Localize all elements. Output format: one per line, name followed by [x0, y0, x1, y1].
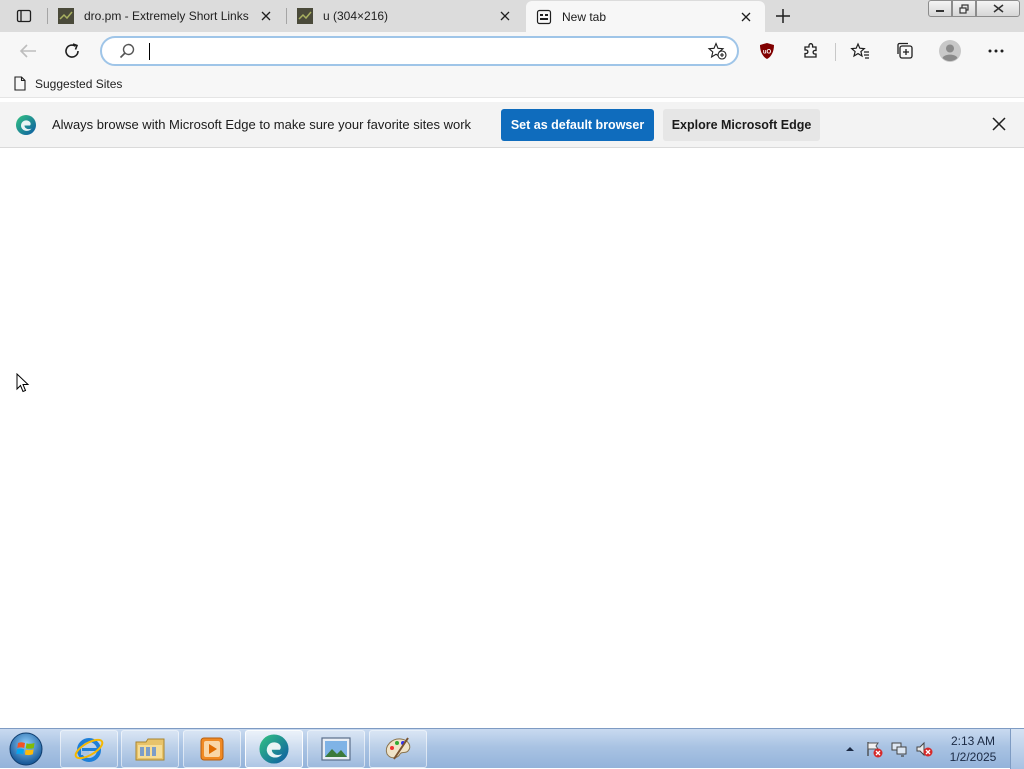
page-icon: [14, 76, 26, 91]
refresh-icon: [65, 43, 79, 58]
settings-more-button[interactable]: [982, 37, 1010, 65]
extensions-button[interactable]: [797, 37, 825, 65]
close-icon: [992, 117, 1006, 131]
tab-dro-pm[interactable]: dro.pm - Extremely Short Links: [48, 0, 285, 32]
taskbar-photo-viewer[interactable]: [307, 730, 365, 768]
close-tab-button[interactable]: [737, 8, 755, 26]
favorites-star-icon: [850, 42, 869, 59]
action-center-flag-icon: [867, 742, 883, 758]
edge-logo-icon: [16, 115, 36, 135]
taskbar-microsoft-edge[interactable]: [245, 730, 303, 768]
chevron-up-icon: [846, 747, 854, 751]
plus-icon: [776, 9, 790, 23]
taskbar-clock[interactable]: 2:13 AM 1/2/2025: [944, 733, 1002, 765]
more-dots-icon: [988, 49, 1004, 53]
collections-icon: [897, 42, 913, 59]
paint-palette-icon: [385, 737, 411, 760]
favorite-suggested-sites[interactable]: Suggested Sites: [14, 76, 122, 91]
refresh-button[interactable]: [58, 37, 86, 65]
close-window-button[interactable]: [976, 0, 1020, 17]
infobar-message: Always browse with Microsoft Edge to mak…: [52, 117, 472, 132]
explore-edge-button[interactable]: Explore Microsoft Edge: [663, 109, 820, 141]
svg-text:uO: uO: [763, 50, 772, 56]
close-tab-button[interactable]: [257, 7, 275, 25]
close-icon: [741, 12, 751, 21]
taskbar-file-explorer[interactable]: [121, 730, 179, 768]
back-button[interactable]: [14, 37, 42, 65]
network-icon: [891, 742, 907, 757]
tray-volume[interactable]: [914, 729, 934, 769]
media-player-icon: [200, 737, 224, 761]
puzzle-piece-icon: [804, 43, 817, 58]
close-tab-button[interactable]: [496, 7, 514, 25]
tray-action-center[interactable]: [864, 729, 884, 769]
photo-viewer-icon: [321, 737, 351, 761]
profile-button[interactable]: [936, 37, 964, 65]
address-input[interactable]: [152, 42, 692, 62]
close-infobar-button[interactable]: [988, 113, 1010, 135]
taskbar-internet-explorer[interactable]: [60, 730, 118, 768]
minimize-button[interactable]: [928, 0, 952, 17]
collections-button[interactable]: [891, 37, 919, 65]
new-tab-button[interactable]: [770, 4, 796, 28]
tab-actions-icon: [16, 9, 32, 23]
minimize-icon: [936, 9, 944, 12]
favorites-button[interactable]: [846, 37, 874, 65]
windows-taskbar: 2:13 AM 1/2/2025: [0, 728, 1024, 769]
add-favorite-icon[interactable]: [707, 42, 727, 60]
tab-image[interactable]: u (304×216): [287, 0, 524, 32]
clock-date: 1/2/2025: [949, 750, 997, 764]
set-default-browser-button[interactable]: Set as default browser: [501, 109, 654, 141]
default-browser-infobar: Always browse with Microsoft Edge to mak…: [0, 102, 1024, 148]
restore-icon: [959, 3, 969, 14]
close-icon: [500, 11, 510, 21]
tab-actions-button[interactable]: [8, 5, 40, 27]
text-caret: [149, 43, 150, 60]
tab-new-tab[interactable]: New tab: [526, 1, 765, 32]
page-content: [0, 148, 1024, 728]
browser-toolbar: uO: [0, 32, 1024, 70]
back-arrow-icon: [19, 44, 36, 58]
mouse-pointer-icon: [16, 373, 30, 393]
windows-orb-icon: [9, 732, 43, 766]
avatar-icon: [939, 40, 961, 62]
internet-explorer-icon: [74, 738, 104, 762]
clock-time: 2:13 AM: [950, 734, 996, 748]
taskbar-media-player[interactable]: [183, 730, 241, 768]
volume-muted-icon: [916, 741, 933, 757]
tray-network[interactable]: [889, 729, 909, 769]
taskbar-paint[interactable]: [369, 730, 427, 768]
favorite-label: Suggested Sites: [35, 76, 123, 91]
favorites-bar: Suggested Sites: [0, 70, 1024, 98]
folder-icon: [135, 738, 165, 761]
ublock-shield-icon: uO: [760, 43, 774, 59]
close-icon: [261, 11, 271, 21]
tab-title: u (304×216): [323, 9, 389, 23]
ublock-origin-button[interactable]: uO: [753, 37, 781, 65]
restore-button[interactable]: [952, 0, 976, 17]
new-tab-icon: [536, 9, 552, 24]
edge-logo-icon: [259, 734, 289, 764]
start-button[interactable]: [4, 731, 48, 767]
tab-title: New tab: [562, 9, 607, 24]
search-icon: [119, 43, 135, 59]
dro-pm-favicon: [58, 8, 74, 24]
tab-strip: dro.pm - Extremely Short Links u (304×21…: [0, 0, 1024, 32]
tab-title: dro.pm - Extremely Short Links: [84, 9, 249, 23]
address-bar[interactable]: [100, 36, 739, 66]
show-desktop-button[interactable]: [1010, 729, 1024, 769]
show-hidden-icons-button[interactable]: [843, 729, 857, 769]
close-icon: [993, 4, 1003, 13]
image-favicon: [297, 8, 313, 24]
